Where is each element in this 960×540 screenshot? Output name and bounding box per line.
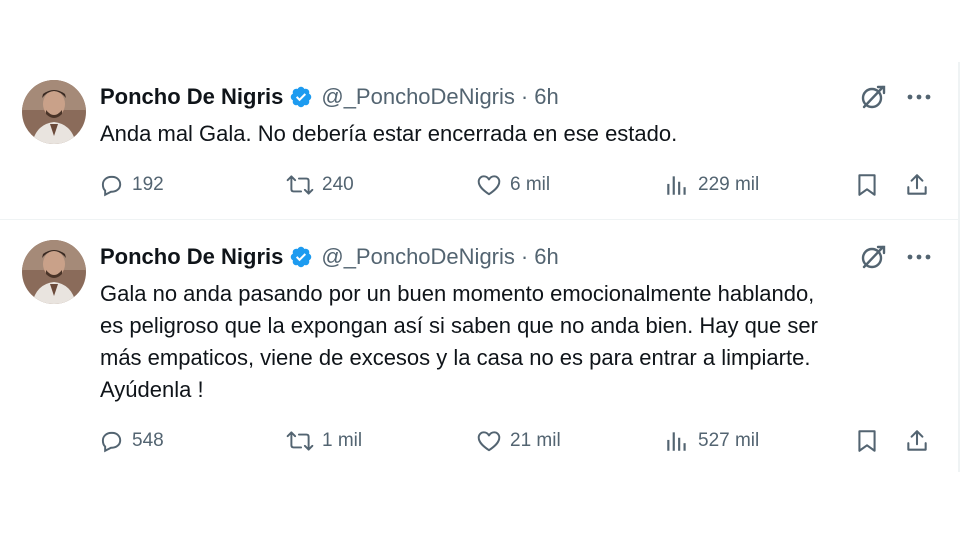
views-button[interactable]: 527 mil bbox=[664, 424, 759, 458]
more-options-icon[interactable] bbox=[904, 82, 934, 112]
views-chart-icon bbox=[667, 176, 686, 195]
reply-icon bbox=[101, 175, 122, 197]
more-options-icon[interactable] bbox=[904, 242, 934, 272]
views-chart-icon bbox=[667, 432, 686, 451]
reply-button[interactable]: 548 bbox=[98, 424, 164, 458]
like-button[interactable]: 6 mil bbox=[476, 168, 550, 202]
tweet-text-line: Ayúdenla ! bbox=[100, 377, 204, 402]
like-count: 6 mil bbox=[510, 174, 551, 195]
tweet-text: Anda mal Gala. No debería estar encerrad… bbox=[100, 118, 940, 150]
tweet-text-line: es peligroso que la expongan así si sabe… bbox=[100, 313, 818, 338]
share-button[interactable] bbox=[904, 168, 930, 202]
separator-dot: · bbox=[520, 244, 529, 269]
tweet-feed: Poncho De Nigris @_PonchoDeNigris · 6h A… bbox=[0, 0, 960, 540]
avatar[interactable] bbox=[22, 240, 86, 304]
reply-button[interactable]: 192 bbox=[98, 168, 164, 202]
tweet-actions: 192 240 6 mil 229 mil bbox=[98, 168, 938, 202]
tweet-divider bbox=[0, 219, 958, 220]
tweet-header: Poncho De Nigris @_PonchoDeNigris · 6h bbox=[100, 242, 559, 272]
timestamp[interactable]: 6h bbox=[534, 244, 558, 270]
retweet-icon bbox=[286, 431, 314, 451]
bookmark-button[interactable] bbox=[854, 424, 880, 458]
bookmark-icon bbox=[858, 430, 876, 452]
verified-badge-icon[interactable] bbox=[289, 85, 313, 109]
tweet[interactable]: Poncho De Nigris @_PonchoDeNigris · 6h bbox=[0, 64, 960, 219]
tweet-header: Poncho De Nigris @_PonchoDeNigris · 6h bbox=[100, 82, 559, 112]
author-name[interactable]: Poncho De Nigris bbox=[100, 244, 283, 270]
views-button[interactable]: 229 mil bbox=[664, 168, 759, 202]
retweet-button[interactable]: 1 mil bbox=[286, 424, 362, 458]
grok-icon[interactable] bbox=[858, 82, 888, 112]
share-icon bbox=[907, 430, 927, 451]
retweet-button[interactable]: 240 bbox=[286, 168, 354, 202]
like-count: 21 mil bbox=[510, 430, 561, 451]
views-count: 527 mil bbox=[698, 430, 760, 451]
reply-count: 548 bbox=[132, 430, 164, 451]
share-icon bbox=[907, 174, 927, 195]
tweet-text-line: Gala no anda pasando por un buen momento… bbox=[100, 281, 815, 306]
like-button[interactable]: 21 mil bbox=[476, 424, 561, 458]
retweet-count: 240 bbox=[322, 174, 354, 195]
heart-icon bbox=[477, 431, 501, 452]
grok-icon[interactable] bbox=[858, 242, 888, 272]
author-handle[interactable]: @_PonchoDeNigris bbox=[321, 84, 515, 110]
tweet-text-line: más empaticos, viene de excesos y la cas… bbox=[100, 345, 811, 370]
share-button[interactable] bbox=[904, 424, 930, 458]
author-name[interactable]: Poncho De Nigris bbox=[100, 84, 283, 110]
separator-dot: · bbox=[520, 84, 529, 109]
reply-count: 192 bbox=[132, 174, 164, 195]
tweet-text: Gala no anda pasando por un buen momento… bbox=[100, 278, 940, 406]
avatar[interactable] bbox=[22, 80, 86, 144]
retweet-icon bbox=[286, 175, 314, 195]
retweet-count: 1 mil bbox=[322, 430, 363, 451]
tweet-text-line: Anda mal Gala. No debería estar encerrad… bbox=[100, 121, 678, 146]
reply-icon bbox=[101, 431, 122, 453]
tweet[interactable]: Poncho De Nigris @_PonchoDeNigris · 6h bbox=[0, 222, 960, 472]
bookmark-icon bbox=[858, 174, 876, 196]
tweet-actions: 548 1 mil 21 mil 527 mil bbox=[98, 424, 938, 458]
author-handle[interactable]: @_PonchoDeNigris bbox=[321, 244, 515, 270]
views-count: 229 mil bbox=[698, 174, 760, 195]
bookmark-button[interactable] bbox=[854, 168, 880, 202]
heart-icon bbox=[477, 175, 501, 196]
verified-badge-icon[interactable] bbox=[289, 245, 313, 269]
timestamp[interactable]: 6h bbox=[534, 84, 558, 110]
